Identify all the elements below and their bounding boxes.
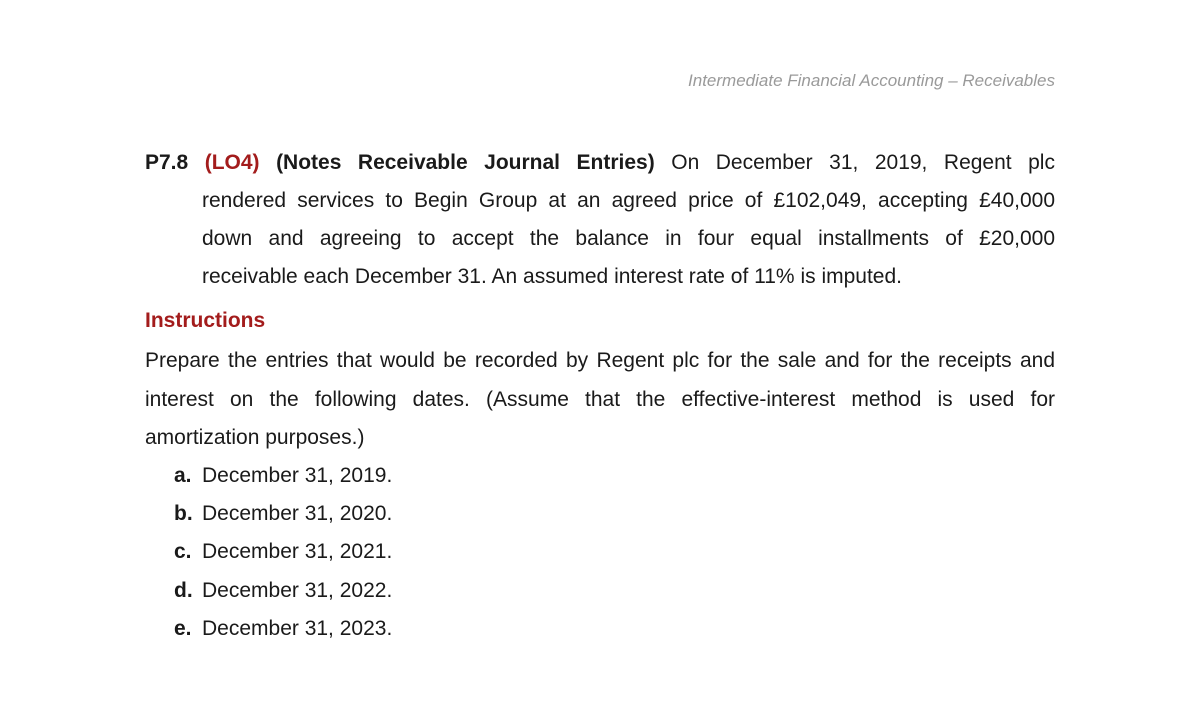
list-item: a. December 31, 2019. xyxy=(174,457,392,495)
list-item-text: December 31, 2021. xyxy=(202,540,393,564)
list-marker: b. xyxy=(174,502,193,526)
list-item: b. December 31, 2020. xyxy=(174,495,392,533)
list-marker: e. xyxy=(174,616,192,640)
problem-number: P7.8 xyxy=(145,151,189,174)
problem-statement: P7.8 (LO4) (Notes Receivable Journal Ent… xyxy=(145,144,1055,296)
list-item: d. December 31, 2022. xyxy=(174,572,392,610)
list-item: e. December 31, 2023. xyxy=(174,610,392,648)
problem-text-line: rendered services to Begin Group at an a… xyxy=(202,189,1055,212)
learning-objective: (LO4) xyxy=(204,151,260,174)
list-marker: a. xyxy=(174,464,192,487)
list-marker: d. xyxy=(174,578,193,602)
date-list: a. December 31, 2019. b. December 31, 20… xyxy=(174,457,392,648)
list-item-text: December 31, 2020. xyxy=(202,502,393,526)
instructions-line: Prepare the entries that would be record… xyxy=(145,349,1055,372)
list-item-text: December 31, 2019. xyxy=(202,464,393,487)
problem-title: (Notes Receivable Journal Entries) xyxy=(276,151,655,174)
running-header: Intermediate Financial Accounting – Rece… xyxy=(688,71,1055,90)
problem-first-line: P7.8 (LO4) (Notes Receivable Journal Ent… xyxy=(145,144,1055,182)
problem-body: rendered services to Begin Group at an a… xyxy=(202,182,1055,296)
list-item-text: December 31, 2023. xyxy=(202,616,393,640)
instructions-line: interest on the following dates. (Assume… xyxy=(145,387,1055,411)
instructions-line: amortization purposes.) xyxy=(145,426,365,449)
list-item: c. December 31, 2021. xyxy=(174,533,392,571)
instructions-heading: Instructions xyxy=(145,309,266,332)
list-item-text: December 31, 2022. xyxy=(202,578,393,602)
problem-text-line: receivable each December 31. An assumed … xyxy=(202,265,902,288)
instructions-text: Prepare the entries that would be record… xyxy=(145,342,1055,458)
list-marker: c. xyxy=(174,540,192,564)
problem-text-line: On December 31, 2019, Regent plc xyxy=(671,151,1055,174)
problem-text-line: down and agreeing to accept the balance … xyxy=(202,227,1055,250)
